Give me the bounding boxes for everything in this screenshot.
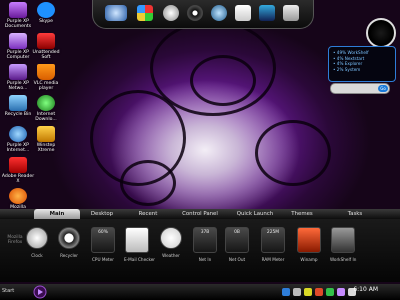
net-in-tile[interactable]: 37B Net In: [192, 227, 218, 262]
net-out-tile[interactable]: 0B Net Out: [224, 227, 250, 262]
ram-meter-tile[interactable]: 225M RAM Meter: [260, 227, 286, 262]
desktop-icon-adobe-reader[interactable]: Adobe Reader X: [0, 157, 36, 184]
workshelf-tile[interactable]: WorkShelf In: [330, 227, 356, 262]
tray-icon[interactable]: [326, 288, 334, 296]
weather-tile[interactable]: Weather: [158, 227, 184, 258]
vlc-icon: [37, 64, 55, 80]
start-label[interactable]: Start: [2, 288, 14, 294]
internet-download-icon: [37, 95, 55, 111]
email-checker-tile[interactable]: E-Mail Checker: [124, 227, 155, 262]
tab-quick-launch[interactable]: Quick Launch: [228, 209, 282, 219]
process-stat: • 2% System: [333, 66, 361, 72]
tray-icon[interactable]: [282, 288, 290, 296]
tab-tasks[interactable]: Tasks: [336, 209, 374, 219]
system-monitor-icon[interactable]: [259, 5, 275, 21]
net-in-value: 37B: [200, 230, 210, 235]
tab-main[interactable]: Main: [34, 209, 80, 219]
wallpaper-swirl: [190, 55, 256, 106]
network-icon: [9, 64, 27, 80]
recycler-icon: [58, 227, 80, 249]
skype-icon: [37, 2, 55, 18]
internet-explorer-icon: [9, 126, 27, 142]
taskbar: Start 6:10 AM: [0, 284, 400, 300]
tray-icon[interactable]: [315, 288, 323, 296]
globe-icon[interactable]: [211, 5, 227, 21]
search-input[interactable]: Go: [330, 83, 390, 94]
system-widget: • 49% WorkShelf • 4% Nextstart • 4% Expl…: [318, 18, 396, 96]
tray-icon[interactable]: [337, 288, 345, 296]
email-icon: [125, 227, 149, 253]
tab-desktop[interactable]: Desktop: [80, 209, 124, 219]
winamp-icon: [297, 227, 321, 253]
wallpaper-swirl: [255, 120, 331, 186]
clock-icon: [366, 18, 396, 48]
search-button[interactable]: Go: [378, 85, 388, 92]
top-dock: [92, 0, 314, 29]
folder-icon: [9, 2, 27, 18]
tab-themes[interactable]: Themes: [282, 209, 322, 219]
workshelf: Mozilla Firefox Clock Recycler 60% CPU M…: [0, 219, 400, 282]
winamp-tile[interactable]: Winamp: [296, 227, 322, 262]
shelf-tabs: Main Desktop Recent Control Panel Quick …: [0, 209, 400, 219]
cpu-meter-tile[interactable]: 60% CPU Meter: [90, 227, 116, 262]
start-orb-icon[interactable]: [33, 285, 47, 299]
tab-control-panel[interactable]: Control Panel: [172, 209, 228, 219]
adobe-reader-icon: [9, 157, 27, 173]
nexus-logo-icon[interactable]: [105, 5, 127, 21]
computer-icon: [9, 33, 27, 49]
unattended-icon: [37, 33, 55, 49]
clock-tile[interactable]: Clock: [24, 227, 50, 258]
net-out-value: 0B: [234, 230, 240, 235]
windows-start-icon[interactable]: [137, 5, 153, 21]
desktop-icon-internet-download[interactable]: Internet Downlo...: [28, 95, 64, 122]
mail-icon[interactable]: [235, 5, 251, 21]
clock-tile-icon: [26, 227, 48, 249]
recycle-bin-icon: [9, 95, 27, 111]
process-panel: • 49% WorkShelf • 4% Nextstart • 4% Expl…: [328, 46, 396, 82]
winstep-icon: [37, 126, 55, 142]
recycler-tile[interactable]: Recycler: [56, 227, 82, 258]
ram-meter-value: 225M: [266, 230, 280, 235]
workshelf-icon: [331, 227, 355, 253]
desktop-icon-vlc[interactable]: VLC media player: [28, 64, 64, 91]
desktop-icon-skype[interactable]: Skype: [28, 2, 64, 24]
process-stat: • 49% WorkShelf: [333, 50, 369, 55]
desktop-icon-winstep[interactable]: Winstep Xtreme: [28, 126, 64, 153]
cpu-meter-value: 60%: [98, 230, 108, 235]
clock-time: 6:10 AM: [353, 286, 378, 293]
tray-icon[interactable]: [304, 288, 312, 296]
folder-dock-icon[interactable]: [283, 5, 299, 21]
desktop-icon-mozilla[interactable]: Mozilla: [0, 188, 36, 210]
tray-icon[interactable]: [293, 288, 301, 296]
desktop-icon-unattended-soft[interactable]: Unattended Soft: [28, 33, 64, 60]
stacked-orbs-icon[interactable]: [163, 5, 179, 21]
weather-icon: [160, 227, 182, 249]
media-player-icon[interactable]: [187, 5, 203, 21]
tab-recent[interactable]: Recent: [126, 209, 170, 219]
firefox-icon: [9, 188, 27, 204]
wallpaper-swirl: [120, 160, 176, 206]
